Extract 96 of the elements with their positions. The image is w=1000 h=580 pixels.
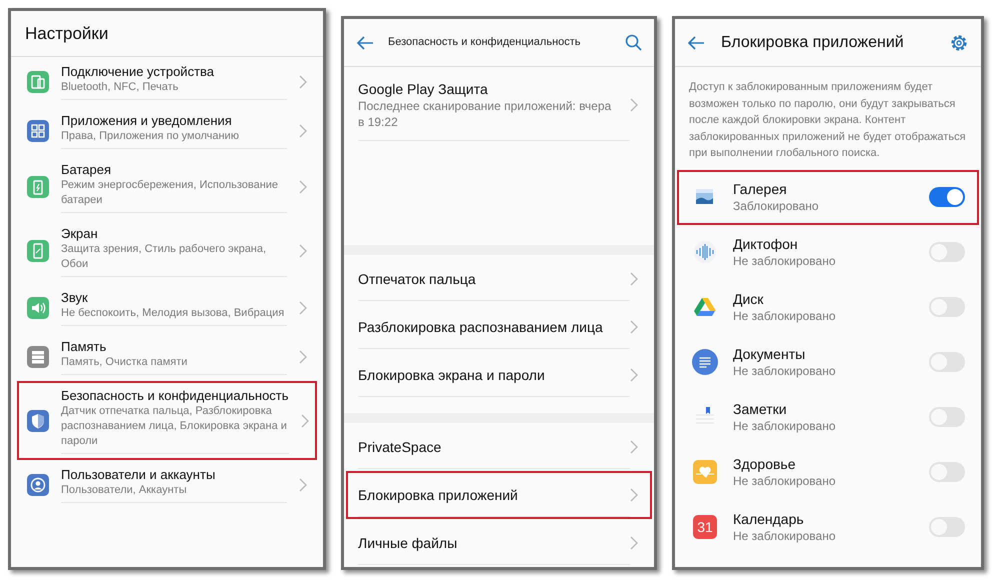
item-subtitle: Режим энергосбережения, Использование батареи (61, 178, 280, 208)
settings-item[interactable]: Google Play Защита Последнее сканирование приложений: вчера в 19:22 (346, 67, 652, 143)
settings-item[interactable]: Батарея Режим энергосбережения, Использование батареи (17, 155, 317, 219)
settings-icon[interactable] (949, 32, 969, 52)
item-title: Диктофон (733, 234, 799, 252)
chevron-right-icon (630, 536, 638, 550)
item-subtitle: Не заблокировано (733, 308, 837, 324)
item-title: Здоровье (733, 454, 797, 472)
item-title: Документы (733, 344, 806, 362)
item-title: Пользователи и аккаунты (61, 466, 216, 483)
item-subtitle: Заблокировано (733, 198, 820, 214)
item-subtitle: Память, Очистка памяти (61, 355, 188, 370)
search-icon[interactable] (625, 34, 642, 51)
item-title: Память (61, 338, 108, 355)
chevron-right-icon (630, 98, 638, 112)
item-subtitle: Не заблокировано (733, 362, 837, 380)
item-subtitle: Не беспокоить, Мелодия вызова, Вибрация (61, 306, 286, 321)
item-title: Батарея (61, 161, 112, 178)
phone-screen-icon (27, 240, 49, 262)
calendar-icon: 31 (693, 515, 717, 539)
item-title: Экран (61, 225, 99, 242)
item-title: Отпечаток пальца (358, 270, 477, 288)
item-title: Безопасность и конфиденциальность (61, 387, 289, 404)
app-item[interactable]: Галерея Заблокировано (677, 170, 979, 224)
screen-title: Настройки (25, 22, 108, 45)
item-title: PrivateSpace (358, 438, 442, 456)
voice-wave-icon (693, 240, 717, 264)
item-subtitle: Не заблокировано (733, 252, 837, 270)
description-text: Доступ к заблокированным приложениям будет возможен только по паролю, они будут закрываться после каждой блокировки экрана. Контент заблокированных приложений не будет отображаться при выполнении глобального поиска. (688, 80, 967, 161)
chevron-right-icon (630, 320, 638, 334)
item-title: Блокировка экрана и пароли (358, 366, 546, 384)
item-title: Google Play Защита (358, 80, 489, 98)
document-icon (692, 349, 718, 375)
user-icon (27, 474, 49, 496)
storage-icon (27, 346, 49, 368)
item-subtitle: Bluetooth, NFC, Печать (61, 80, 180, 95)
app-item[interactable]: 31 Календарь Не заблокировано (677, 500, 979, 554)
item-subtitle: Последнее сканирование приложений: вчера в 19:22 (358, 98, 612, 130)
chevron-right-icon (299, 350, 307, 364)
item-subtitle: Не заблокировано (733, 418, 837, 434)
chevron-right-icon (630, 440, 638, 454)
triangle-logo-icon (693, 295, 717, 319)
chevron-right-icon (299, 180, 307, 194)
settings-item[interactable]: PrivateSpace (346, 423, 652, 471)
item-title: Приложения и уведомления (61, 112, 233, 129)
settings-item[interactable]: Отпечаток пальца (346, 255, 652, 303)
item-title: Заметки (733, 400, 788, 418)
item-title: Звук (61, 289, 89, 306)
item-title: Личные файлы (358, 534, 458, 552)
settings-item[interactable]: Память Память, Очистка памяти (17, 332, 317, 381)
item-title: Подключение устройства (61, 63, 216, 80)
app-item[interactable]: Документы Не заблокировано (677, 334, 979, 390)
settings-item[interactable]: Разблокировка распознаванием лица (346, 303, 652, 351)
settings-item[interactable]: Приложения и уведомления Права, Приложения по умолчанию (17, 106, 317, 155)
shield-icon (27, 410, 49, 432)
chevron-right-icon (630, 272, 638, 286)
chevron-right-icon (299, 74, 307, 88)
chevron-right-icon (299, 244, 307, 258)
chevron-right-icon (299, 300, 307, 314)
app-item[interactable]: Здоровье Не заблокировано (677, 444, 979, 500)
app-item[interactable]: Диктофон Не заблокировано (677, 224, 979, 280)
chevron-right-icon (299, 124, 307, 138)
settings-item[interactable]: Блокировка экрана и пароли (346, 351, 652, 399)
item-subtitle: Датчик отпечатка пальца, Разблокировка распознаванием лица, Блокировка экрана и пароли (61, 404, 288, 449)
app-item[interactable]: Заметки Не заблокировано (677, 390, 979, 444)
chevron-right-icon (300, 414, 309, 428)
item-subtitle: Права, Приложения по умолчанию (61, 129, 240, 144)
speaker-icon (27, 296, 49, 318)
battery-icon (27, 176, 49, 198)
item-title: Разблокировка распознаванием лица (358, 318, 604, 336)
chevron-right-icon (630, 368, 638, 382)
screen-title: Безопасность и конфиденциальность (388, 35, 582, 50)
app-item[interactable]: Диск Не заблокировано (677, 280, 979, 334)
apps-grid-icon (27, 120, 49, 142)
item-title: Календарь (733, 510, 805, 528)
settings-item[interactable]: Экран Защита зрения, Стиль рабочего экрана, Обои (17, 219, 317, 283)
settings-item[interactable]: Безопасность и конфиденциальность Датчик отпечатка пальца, Разблокировка распознаванием лица, Блокировка экрана и пароли (17, 381, 317, 460)
item-title: Галерея (733, 180, 788, 198)
back-arrow-icon[interactable] (356, 36, 374, 50)
settings-item[interactable]: Пользователи и аккаунты Пользователи, Аккаунты (17, 460, 317, 509)
chevron-right-icon (299, 478, 307, 492)
item-subtitle: Не заблокировано (733, 528, 837, 544)
settings-item[interactable]: Блокировка приложений (346, 471, 652, 519)
item-subtitle: Защита зрения, Стиль рабочего экрана, Обои (61, 242, 268, 272)
back-arrow-icon[interactable] (687, 36, 705, 50)
toggle-switch[interactable] (929, 187, 965, 207)
item-title: Блокировка приложений (358, 486, 519, 504)
item-title: Диск (733, 290, 764, 308)
devices-icon (27, 70, 49, 92)
item-subtitle: Не заблокировано (733, 472, 837, 490)
item-subtitle: Пользователи, Аккаунты (61, 483, 188, 498)
screen-title: Блокировка приложений (721, 32, 905, 52)
settings-item[interactable]: Личные файлы (346, 519, 652, 567)
settings-item[interactable]: Подключение устройства Bluetooth, NFC, Печать (17, 57, 317, 106)
chevron-right-icon (630, 488, 638, 502)
settings-item[interactable]: Звук Не беспокоить, Мелодия вызова, Вибрация (17, 283, 317, 332)
